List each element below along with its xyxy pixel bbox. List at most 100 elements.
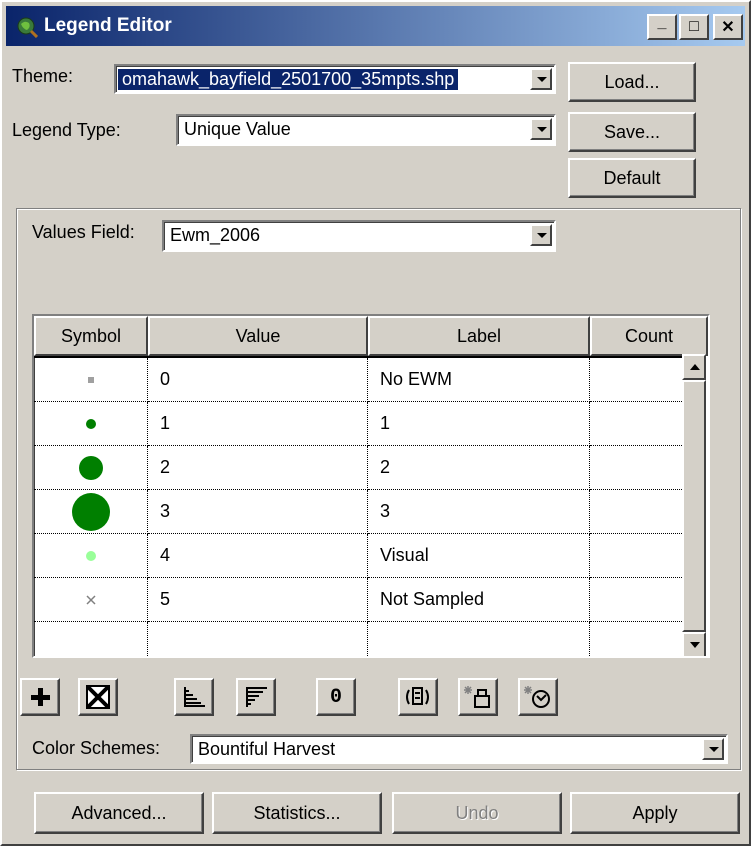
count-cell[interactable]: [590, 490, 688, 534]
value-cell[interactable]: 1: [148, 402, 368, 446]
count-cell[interactable]: [590, 578, 688, 622]
sort-descending-button[interactable]: [236, 678, 276, 716]
statistics-icon: [406, 687, 429, 705]
values-field-dropdown[interactable]: Ewm_2006: [162, 220, 556, 252]
scroll-down-button[interactable]: [682, 632, 706, 656]
light-dot-symbol-icon: [85, 550, 96, 561]
minimize-icon: _: [657, 14, 667, 31]
column-header-label[interactable]: Label: [368, 316, 590, 356]
label-cell[interactable]: No EWM: [368, 358, 590, 402]
value-cell[interactable]: 3: [148, 490, 368, 534]
scroll-up-button[interactable]: [682, 354, 706, 380]
small-dot-symbol-icon: [85, 418, 96, 429]
null-value-icon: 0: [329, 685, 342, 709]
sort-ascending-button[interactable]: [174, 678, 214, 716]
default-button[interactable]: Default: [568, 158, 696, 198]
symbol-cell[interactable]: [34, 622, 148, 656]
chevron-down-icon: [537, 233, 547, 238]
add-button[interactable]: [20, 678, 60, 716]
scale-symbols-button[interactable]: [458, 678, 498, 716]
count-cell[interactable]: [590, 446, 688, 490]
value-cell[interactable]: 2: [148, 446, 368, 490]
count-cell[interactable]: [590, 534, 688, 578]
maximize-icon: □: [689, 18, 699, 35]
statistics-button[interactable]: Statistics...: [212, 792, 382, 834]
symbol-cell[interactable]: [34, 446, 148, 490]
color-schemes-value: Bountiful Harvest: [198, 739, 336, 759]
column-header-count[interactable]: Count: [590, 316, 708, 356]
symbol-cell[interactable]: [34, 534, 148, 578]
symbol-cell[interactable]: [34, 402, 148, 446]
count-cell[interactable]: [590, 622, 688, 656]
save-button-label: Save...: [603, 121, 661, 142]
undo-button[interactable]: Undo: [392, 792, 562, 834]
null-value-button[interactable]: 0: [316, 678, 356, 716]
label-cell[interactable]: Visual: [368, 534, 590, 578]
table-row[interactable]: 2 2: [34, 446, 688, 490]
statistics-tool-button[interactable]: [398, 678, 438, 716]
scroll-thumb[interactable]: [682, 380, 706, 632]
load-button[interactable]: Load...: [568, 62, 696, 102]
chevron-down-icon: [537, 127, 547, 132]
legend-editor-window: Legend Editor _ □ ✕ Theme: omahawk_bayfi…: [0, 0, 751, 846]
theme-label: Theme:: [12, 66, 74, 86]
legend-type-dropdown[interactable]: Unique Value: [176, 114, 556, 146]
apply-button-label: Apply: [632, 802, 678, 823]
globe-magnifier-icon: [17, 17, 38, 38]
label-cell[interactable]: 1: [368, 402, 590, 446]
count-cell[interactable]: [590, 358, 688, 402]
medium-dot-symbol-icon: [78, 455, 103, 480]
table-row[interactable]: [34, 622, 688, 656]
delete-button[interactable]: [78, 678, 118, 716]
color-schemes-label: Color Schemes:: [32, 738, 161, 758]
close-button[interactable]: ✕: [713, 14, 743, 40]
table-row[interactable]: 0 No EWM: [34, 358, 688, 402]
sort-ascending-icon: [184, 687, 205, 707]
count-cell[interactable]: [590, 402, 688, 446]
table-row[interactable]: 3 3: [34, 490, 688, 534]
symbol-cell[interactable]: [34, 358, 148, 402]
column-header-symbol[interactable]: Symbol: [34, 316, 148, 356]
symbol-cell[interactable]: [34, 578, 148, 622]
statistics-button-label: Statistics...: [253, 802, 341, 823]
maximize-button[interactable]: □: [679, 14, 709, 40]
label-cell[interactable]: [368, 622, 590, 656]
label-cell[interactable]: 3: [368, 490, 590, 534]
theme-value: omahawk_bayfield_2501700_35mpts.shp: [118, 69, 459, 90]
table-row[interactable]: 5 Not Sampled: [34, 578, 688, 622]
values-field-dropdown-arrow[interactable]: [530, 224, 552, 246]
value-cell[interactable]: 0: [148, 358, 368, 402]
advanced-button[interactable]: Advanced...: [34, 792, 204, 834]
column-header-value[interactable]: Value: [148, 316, 368, 356]
legend-type-dropdown-arrow[interactable]: [530, 118, 552, 140]
apply-button[interactable]: Apply: [570, 792, 740, 834]
values-field-value: Ewm_2006: [170, 225, 261, 245]
chevron-down-icon: [709, 747, 719, 752]
value-cell[interactable]: [148, 622, 368, 656]
refresh-icon: [524, 686, 550, 708]
symbol-cell[interactable]: [34, 490, 148, 534]
delete-icon: [86, 685, 110, 709]
value-cell[interactable]: 4: [148, 534, 368, 578]
title-bar[interactable]: Legend Editor _ □ ✕: [6, 6, 745, 46]
color-schemes-dropdown[interactable]: Bountiful Harvest: [190, 734, 728, 764]
table-row[interactable]: 1 1: [34, 402, 688, 446]
close-icon: ✕: [721, 19, 735, 36]
arrow-down-icon: [690, 642, 700, 648]
label-cell[interactable]: Not Sampled: [368, 578, 590, 622]
arrow-up-icon: [690, 364, 700, 370]
label-cell[interactable]: 2: [368, 446, 590, 490]
refresh-button[interactable]: [518, 678, 558, 716]
table-scrollbar[interactable]: [682, 354, 706, 656]
table-row[interactable]: 4 Visual: [34, 534, 688, 578]
theme-dropdown[interactable]: omahawk_bayfield_2501700_35mpts.shp: [114, 64, 556, 94]
small-square-symbol-icon: [87, 376, 94, 383]
x-mark-symbol-icon: [85, 594, 96, 605]
load-button-label: Load...: [604, 71, 660, 92]
minimize-button[interactable]: _: [647, 14, 677, 40]
save-button[interactable]: Save...: [568, 112, 696, 152]
advanced-button-label: Advanced...: [71, 802, 167, 823]
value-cell[interactable]: 5: [148, 578, 368, 622]
theme-dropdown-arrow[interactable]: [530, 68, 552, 90]
color-schemes-dropdown-arrow[interactable]: [702, 738, 724, 760]
